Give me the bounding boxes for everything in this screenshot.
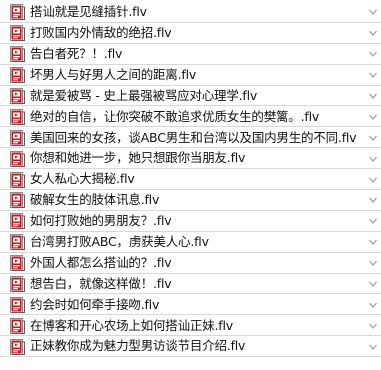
flv-file-icon: [10, 255, 25, 272]
chevron-down-icon: [369, 51, 377, 58]
flv-file-icon: [10, 4, 25, 21]
flv-file-icon: [10, 88, 25, 104]
flv-file-icon: [10, 276, 25, 293]
chevron-down-icon: [369, 281, 377, 287]
file-name: 绝对的自信，让你突破不敢追求优质女生的樊篱。.flv: [30, 108, 320, 124]
file-name: 就是爱被骂 - 史上最强被骂应对心理学.flv: [30, 87, 258, 103]
chevron-down-icon: [369, 198, 377, 204]
chevron-down-icon: [369, 302, 377, 308]
flv-file-icon: [10, 67, 25, 84]
file-row[interactable]: 美国回来的女孩，谈ABC男生和台湾以及国内男生的不同.flv: [0, 127, 381, 149]
chevron-down-icon: [369, 344, 377, 350]
chevron-down-icon: [369, 260, 377, 267]
chevron-down-icon: [369, 10, 377, 16]
flv-file-icon: [10, 150, 25, 167]
file-row[interactable]: 女人私心大揭秘.flv: [0, 169, 381, 191]
file-row[interactable]: 你想和她进一步，她只想跟你当朋友.flv: [0, 148, 381, 170]
chevron-down-icon: [369, 239, 377, 246]
chevron-down-icon: [369, 177, 377, 183]
file-name: 外国人都怎么搭讪的？.flv: [30, 254, 172, 270]
file-row[interactable]: 外国人都怎么搭讪的？.flv: [0, 253, 381, 274]
file-row[interactable]: 如何打败她的男朋友？.flv: [0, 211, 381, 232]
file-name: 台湾男打败ABC，虏获美人心.flv: [30, 233, 209, 249]
file-name: 坏男人与好男人之间的距离.flv: [30, 66, 197, 82]
file-row[interactable]: 就是爱被骂 - 史上最强被骂应对心理学.flv: [0, 86, 381, 107]
file-row[interactable]: 在博客和开心农场上如何搭讪正妹.flv: [0, 315, 381, 337]
chevron-down-icon: [369, 114, 377, 120]
file-row[interactable]: 破解女生的肢体讯息.flv: [0, 190, 381, 211]
file-name: 约会时如何牵手接吻.flv: [30, 296, 160, 312]
chevron-down-icon: [369, 218, 377, 225]
flv-file-icon: [10, 213, 25, 230]
flv-file-icon: [10, 171, 25, 188]
file-name: 你想和她进一步，她只想跟你当朋友.flv: [30, 150, 246, 166]
file-row[interactable]: 打败国内外情敌的绝招.flv: [0, 23, 381, 44]
file-name: 打败国内外情敌的绝招.flv: [30, 25, 172, 41]
file-row[interactable]: 约会时如何牵手接吻.flv: [0, 294, 381, 316]
file-row[interactable]: 想告白，就像这样做！.flv: [0, 274, 381, 295]
flv-file-icon: [10, 25, 25, 42]
chevron-down-icon: [369, 30, 377, 37]
flv-file-icon: [10, 129, 25, 146]
file-name: 正妹教你成为魅力型男访谈节目介绍.flv: [30, 338, 246, 354]
flv-file-icon: [10, 46, 25, 63]
chevron-down-icon: [369, 156, 377, 162]
chevron-down-icon: [369, 93, 377, 99]
file-name: 破解女生的肢体讯息.flv: [30, 192, 160, 208]
chevron-down-icon: [369, 135, 377, 141]
file-name: 美国回来的女孩，谈ABC男生和台湾以及国内男生的不同.flv: [30, 129, 357, 145]
flv-file-icon: [10, 338, 25, 355]
file-row[interactable]: 正妹教你成为魅力型男访谈节目介绍.flv: [0, 336, 381, 358]
file-row[interactable]: 坏男人与好男人之间的距离.flv: [0, 65, 381, 86]
flv-file-icon: [10, 192, 25, 209]
flv-file-icon: [10, 108, 25, 125]
file-row[interactable]: 搭讪就是见缝插针.flv: [0, 2, 381, 23]
file-name: 想告白，就像这样做！.flv: [30, 275, 172, 291]
file-name: 在博客和开心农场上如何搭讪正妹.flv: [30, 317, 233, 333]
chevron-down-icon: [369, 323, 377, 329]
flv-file-icon: [10, 317, 25, 334]
file-row[interactable]: 告白者死？！.flv: [0, 44, 381, 65]
file-list: 搭讪就是见缝插针.flv 打败国内外情敌的绝招.flv 告白者死？！.flv 坏…: [0, 2, 381, 358]
file-name: 搭讪就是见缝插针.flv: [30, 4, 147, 20]
row-divider: [0, 356, 381, 358]
flv-file-icon: [10, 296, 25, 313]
file-row[interactable]: 台湾男打败ABC，虏获美人心.flv: [0, 232, 381, 253]
file-row[interactable]: 绝对的自信，让你突破不敢追求优质女生的樊篱。.flv: [0, 106, 381, 128]
flv-file-icon: [10, 234, 25, 251]
chevron-down-icon: [369, 72, 377, 79]
file-name: 如何打败她的男朋友？.flv: [30, 213, 172, 229]
file-name: 告白者死？！.flv: [30, 45, 123, 61]
file-name: 女人私心大揭秘.flv: [30, 171, 135, 187]
